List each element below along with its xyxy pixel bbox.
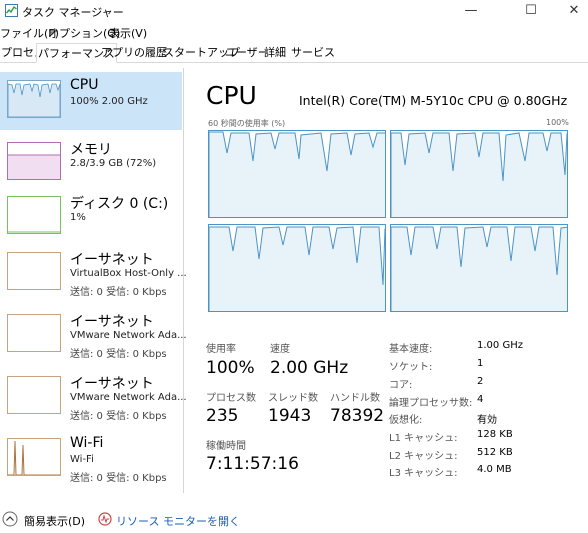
cpu-core-graph-0 [208,130,386,218]
spec-label: L1 キャッシュ: [389,433,458,444]
core-usage-line [209,225,385,311]
chevron-up-icon[interactable] [2,511,18,527]
spec-label: L3 キャッシュ: [389,468,458,479]
tab-services[interactable]: サービス [290,43,336,63]
task-manager-icon [5,4,18,17]
compact-view-button[interactable]: 簡易表示(D) [24,513,85,529]
sidebar-item-throughput: 送信: 0 受信: 0 Kbps [70,349,167,360]
usage-value: 100% [206,358,255,378]
handles-label: ハンドル数 [330,393,380,404]
spec-label: 論理プロセッサ数: [389,398,473,409]
sidebar-item-title: メモリ [70,142,112,158]
title-bar[interactable]: タスク マネージャー — ☐ ✕ [0,0,588,22]
sidebar-item-ethernet-1[interactable]: イーサネット VirtualBox Host-Only ... 送信: 0 受信… [0,244,187,302]
sidebar-item-title: Wi-Fi [70,435,104,451]
spec-value: 512 KB [477,447,513,458]
processes-value: 235 [206,406,239,426]
sidebar-item-detail: VMware Network Ada... [70,330,187,341]
spec-value: 2 [477,376,484,387]
spec-value: 128 KB [477,429,513,440]
footer-bar: 簡易表示(D) リソース モニターを開く [0,505,588,533]
cpu-thumbnail-graph [7,80,61,118]
uptime-label: 稼働時間 [206,441,246,452]
graph-max-label: 100% [546,118,569,127]
sidebar-item-memory[interactable]: メモリ 2.8/3.9 GB (72%) [0,134,182,192]
core-usage-line [391,131,567,217]
cpu-detail-panel: CPU Intel(R) Core(TM) M-5Y10c CPU @ 0.80… [190,68,588,493]
speed-label: 速度 [270,344,290,355]
wifi-thumbnail-graph [7,438,61,476]
sidebar-item-wifi[interactable]: Wi-Fi Wi-Fi 送信: 0 受信: 0 Kbps [0,430,182,488]
core-usage-line [209,131,385,217]
sidebar-item-title: イーサネット [70,252,154,268]
handles-value: 78392 [330,406,385,426]
close-button[interactable]: ✕ [560,0,588,22]
processes-label: プロセス数 [206,393,256,404]
spec-label: コア: [389,380,413,391]
sidebar-item-title: イーサネット [70,376,154,392]
sidebar-item-throughput: 送信: 0 受信: 0 Kbps [70,473,167,484]
spec-value: 4 [477,394,484,405]
resource-sidebar: CPU 100% 2.00 GHz メモリ 2.8/3.9 GB (72%) デ… [0,68,187,493]
sidebar-item-detail: Wi-Fi [70,454,94,465]
open-resource-monitor-link[interactable]: リソース モニターを開く [116,513,240,529]
spec-value: 1.00 GHz [477,340,523,351]
sidebar-item-detail: VMware Network Ada... [70,392,187,403]
tab-details[interactable]: 詳細 [263,43,287,63]
threads-value: 1943 [268,406,312,426]
cpu-core-graph-1 [390,130,568,218]
graph-caption: 60 秒間の使用率 (%) [208,119,286,128]
cpu-model-name: Intel(R) Core(TM) M-5Y10c CPU @ 0.80GHz [299,93,568,108]
sidebar-item-title: CPU [70,77,99,93]
sidebar-item-detail: 1% [70,212,86,223]
ethernet-thumbnail-graph [7,314,61,352]
core-usage-line [391,225,567,311]
memory-thumbnail-graph [7,142,61,180]
spec-value: 有効 [477,415,497,426]
cpu-core-graph-2 [208,224,386,312]
tab-bar: プロセス パフォーマンス アプリの履歴 スタートアップ ユーザー 詳細 サービス [0,43,588,63]
tab-app-history[interactable]: アプリの履歴 [100,43,168,63]
sidebar-item-throughput: 送信: 0 受信: 0 Kbps [70,411,167,422]
ethernet-thumbnail-graph [7,376,61,414]
cpu-mini-graph [8,83,60,117]
maximize-button[interactable]: ☐ [508,0,554,22]
sidebar-item-ethernet-2[interactable]: イーサネット VMware Network Ada... 送信: 0 受信: 0… [0,306,187,364]
disk-thumbnail-graph [7,196,61,234]
ethernet-thumbnail-graph [7,252,61,290]
sidebar-item-detail: 100% 2.00 GHz [70,96,148,107]
sidebar-item-detail: 2.8/3.9 GB (72%) [70,158,157,169]
menu-bar: ファイル(F) オプション(O) 表示(V) [0,22,588,42]
page-title: CPU [206,81,257,110]
threads-label: スレッド数 [268,393,318,404]
window-title: タスク マネージャー [22,6,124,19]
resource-monitor-icon [98,512,112,526]
menu-view[interactable]: 表示(V) [109,25,147,41]
spec-value: 1 [477,358,484,369]
spec-label: L2 キャッシュ: [389,451,458,462]
uptime-value: 7:11:57:16 [206,454,299,474]
spec-value: 4.0 MB [477,464,512,475]
sidebar-item-detail: VirtualBox Host-Only ... [70,268,187,279]
sidebar-item-ethernet-3[interactable]: イーサネット VMware Network Ada... 送信: 0 受信: 0… [0,368,187,426]
speed-value: 2.00 GHz [270,358,349,378]
sidebar-item-title: ディスク 0 (C:) [70,196,169,212]
wifi-mini-graph [8,440,60,475]
usage-label: 使用率 [206,344,236,355]
cpu-core-graph-3 [390,224,568,312]
spec-label: 基本速度: [389,344,433,355]
sidebar-item-title: イーサネット [70,314,154,330]
minimize-button[interactable]: — [448,0,494,22]
sidebar-item-disk[interactable]: ディスク 0 (C:) 1% [0,188,182,246]
spec-label: 仮想化: [389,415,423,426]
sidebar-item-cpu[interactable]: CPU 100% 2.00 GHz [0,72,182,130]
memory-mini-graph [8,154,60,179]
spec-label: ソケット: [389,362,433,373]
disk-mini-graph [8,231,60,233]
sidebar-item-throughput: 送信: 0 受信: 0 Kbps [70,287,167,298]
